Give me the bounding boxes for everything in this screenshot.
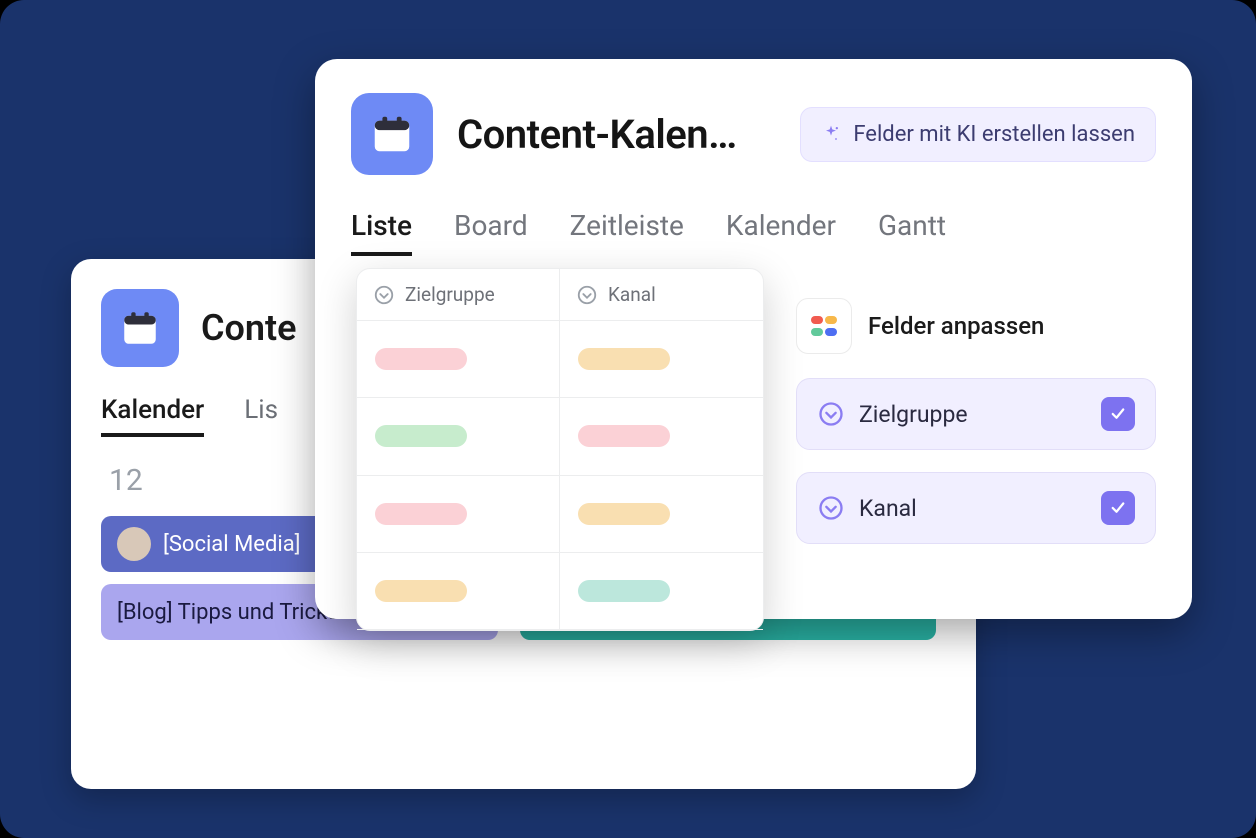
- column-header-kanal[interactable]: Kanal: [560, 269, 763, 321]
- fields-panel-header: Felder anpassen: [796, 298, 1156, 354]
- tab-gantt[interactable]: Gantt: [878, 209, 946, 256]
- column-label: Kanal: [608, 283, 656, 306]
- tag-pill: [578, 580, 670, 602]
- column-header-zielgruppe[interactable]: Zielgruppe: [357, 269, 560, 321]
- field-item-kanal[interactable]: Kanal: [796, 472, 1156, 544]
- fields-color-chip: [796, 298, 852, 354]
- ai-button-label: Felder mit KI erstellen lassen: [853, 122, 1135, 147]
- tag-pill: [578, 503, 670, 525]
- field-label: Kanal: [859, 495, 917, 522]
- event-label: [Social Media]: [163, 532, 301, 557]
- cell[interactable]: [357, 398, 560, 475]
- sparkle-icon: [821, 124, 841, 144]
- chevron-down-circle-icon: [373, 284, 395, 306]
- calendar-icon: [119, 307, 161, 349]
- tab-liste[interactable]: Liste: [351, 209, 412, 256]
- avatar: [117, 527, 151, 561]
- check-icon: [1109, 405, 1127, 423]
- tab-kalender[interactable]: Kalender: [726, 209, 836, 256]
- chevron-down-circle-icon: [817, 494, 845, 522]
- field-label: Zielgruppe: [859, 401, 968, 428]
- field-enabled-checkbox[interactable]: [1101, 491, 1135, 525]
- cell[interactable]: [357, 553, 560, 630]
- canvas: Conte Kalender Lis 12 [Social Media] [E-…: [0, 0, 1256, 838]
- cell[interactable]: [357, 476, 560, 553]
- field-enabled-checkbox[interactable]: [1101, 397, 1135, 431]
- field-item-zielgruppe[interactable]: Zielgruppe: [796, 378, 1156, 450]
- front-title: Content-Kalen…: [457, 111, 737, 158]
- ai-create-fields-button[interactable]: Felder mit KI erstellen lassen: [800, 107, 1156, 162]
- customize-fields-panel: Felder anpassen Zielgruppe Kanal: [796, 298, 1156, 566]
- calendar-app-icon: [351, 93, 433, 175]
- calendar-app-icon: [101, 289, 179, 367]
- column-label: Zielgruppe: [405, 283, 495, 306]
- front-header-left: Content-Kalen…: [351, 93, 737, 175]
- tag-pill: [375, 348, 467, 370]
- check-icon: [1109, 499, 1127, 517]
- cell[interactable]: [560, 476, 763, 553]
- tab-zeitleiste[interactable]: Zeitleiste: [570, 209, 684, 256]
- chevron-down-circle-icon: [817, 400, 845, 428]
- tab-kalender-back[interactable]: Kalender: [101, 395, 204, 437]
- tag-pill: [375, 503, 467, 525]
- cell[interactable]: [560, 553, 763, 630]
- tag-pill: [578, 425, 670, 447]
- front-header: Content-Kalen… Felder mit KI erstellen l…: [351, 93, 1156, 175]
- tab-board[interactable]: Board: [454, 209, 528, 256]
- tag-pill: [578, 348, 670, 370]
- back-title: Conte: [201, 307, 296, 349]
- tab-liste-back[interactable]: Lis: [244, 395, 278, 437]
- chevron-down-circle-icon: [576, 284, 598, 306]
- cell[interactable]: [560, 321, 763, 398]
- fields-icon: [808, 310, 840, 342]
- front-tabs: Liste Board Zeitleiste Kalender Gantt: [351, 209, 1156, 256]
- tag-pill: [375, 580, 467, 602]
- fields-panel-title: Felder anpassen: [868, 312, 1044, 340]
- calendar-icon: [369, 111, 415, 157]
- tag-pill: [375, 425, 467, 447]
- cell[interactable]: [357, 321, 560, 398]
- column-preview-panel: Zielgruppe Kanal: [356, 268, 764, 631]
- event-label: [Blog] Tipps und Tricks: [117, 600, 339, 625]
- cell[interactable]: [560, 398, 763, 475]
